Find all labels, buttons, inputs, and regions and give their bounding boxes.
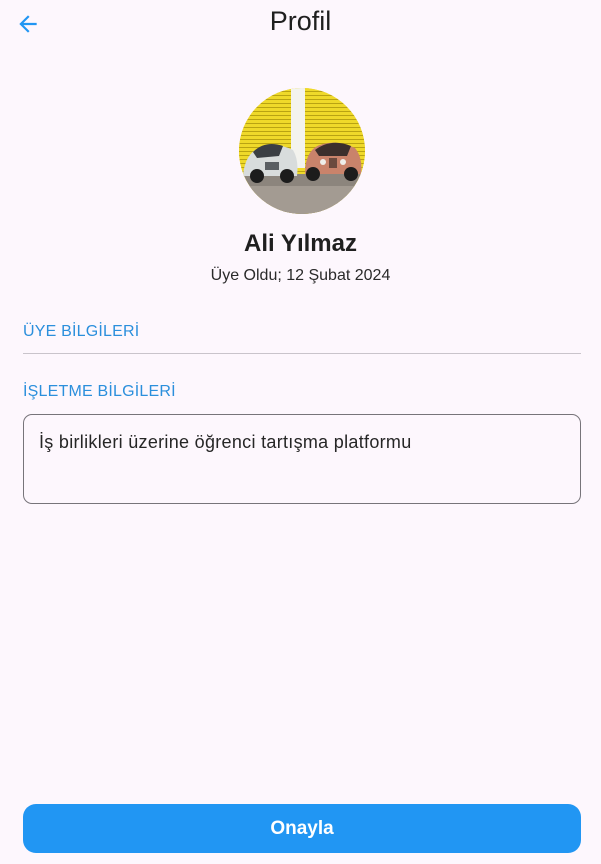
section-divider	[23, 353, 581, 354]
page-title: Profil	[269, 6, 332, 36]
member-info-header[interactable]: ÜYE BİLGİLERİ	[23, 323, 139, 341]
member-since-date: Üye Oldu; 12 Şubat 2024	[210, 267, 391, 284]
app-bar: Profil	[0, 0, 601, 48]
business-info-header[interactable]: İŞLETME BİLGİLERİ	[23, 383, 176, 401]
user-name: Ali Yılmaz	[244, 230, 357, 257]
business-description-field[interactable]: İş birlikleri üzerine öğrenci tartışma p…	[23, 414, 581, 504]
avatar[interactable]	[239, 88, 365, 214]
profile-photo	[239, 88, 365, 214]
confirm-button[interactable]: Onayla	[23, 804, 581, 853]
